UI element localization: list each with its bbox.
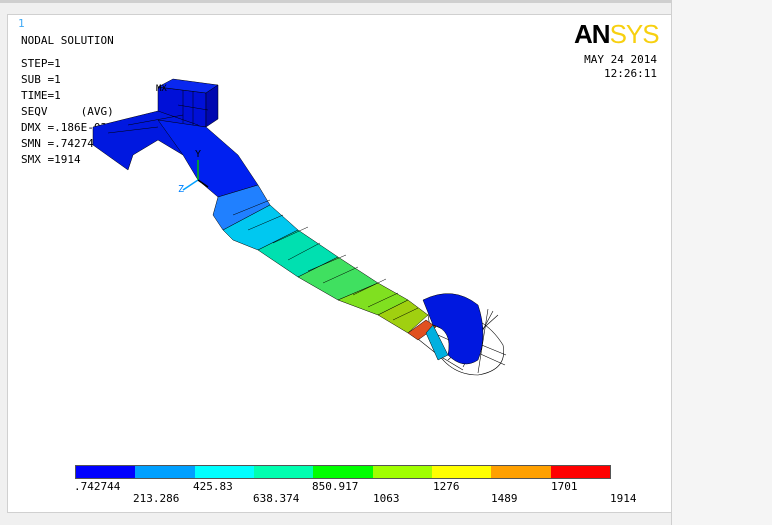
legend-swatch [491, 466, 551, 478]
right-panel [671, 0, 772, 525]
max-marker-label: MX [156, 84, 167, 94]
legend-label: 1063 [373, 492, 400, 505]
legend-swatch [76, 466, 136, 478]
legend-label: 213.286 [133, 492, 180, 505]
legend-swatch [135, 466, 195, 478]
legend-swatch [313, 466, 373, 478]
legend-label: 1489 [491, 492, 518, 505]
legend-swatch [431, 466, 492, 478]
top-border [0, 0, 772, 3]
graphics-viewport[interactable]: 1 NODAL SOLUTION STEP=1 SUB =1 TIME=1 SE… [7, 14, 672, 513]
legend-swatch [372, 466, 432, 478]
legend-swatch [550, 466, 610, 478]
legend-swatch [253, 466, 314, 478]
fea-model-view[interactable]: Y Z MX [8, 15, 671, 512]
legend-label: .742744 [74, 480, 121, 493]
legend-swatch [194, 466, 254, 478]
connecting-rod-mesh [92, 78, 484, 365]
app-frame: 1 NODAL SOLUTION STEP=1 SUB =1 TIME=1 SE… [0, 0, 772, 525]
legend-label: 1276 [433, 480, 460, 493]
legend-label: 850.917 [312, 480, 359, 493]
triad-z-label: Z [178, 184, 184, 195]
triad-y-label: Y [195, 149, 201, 160]
legend-label: 1914 [610, 492, 637, 505]
legend-label: 425.83 [193, 480, 233, 493]
contour-legend-bar [75, 465, 611, 479]
legend-label: 1701 [551, 480, 578, 493]
legend-label: 638.374 [253, 492, 300, 505]
